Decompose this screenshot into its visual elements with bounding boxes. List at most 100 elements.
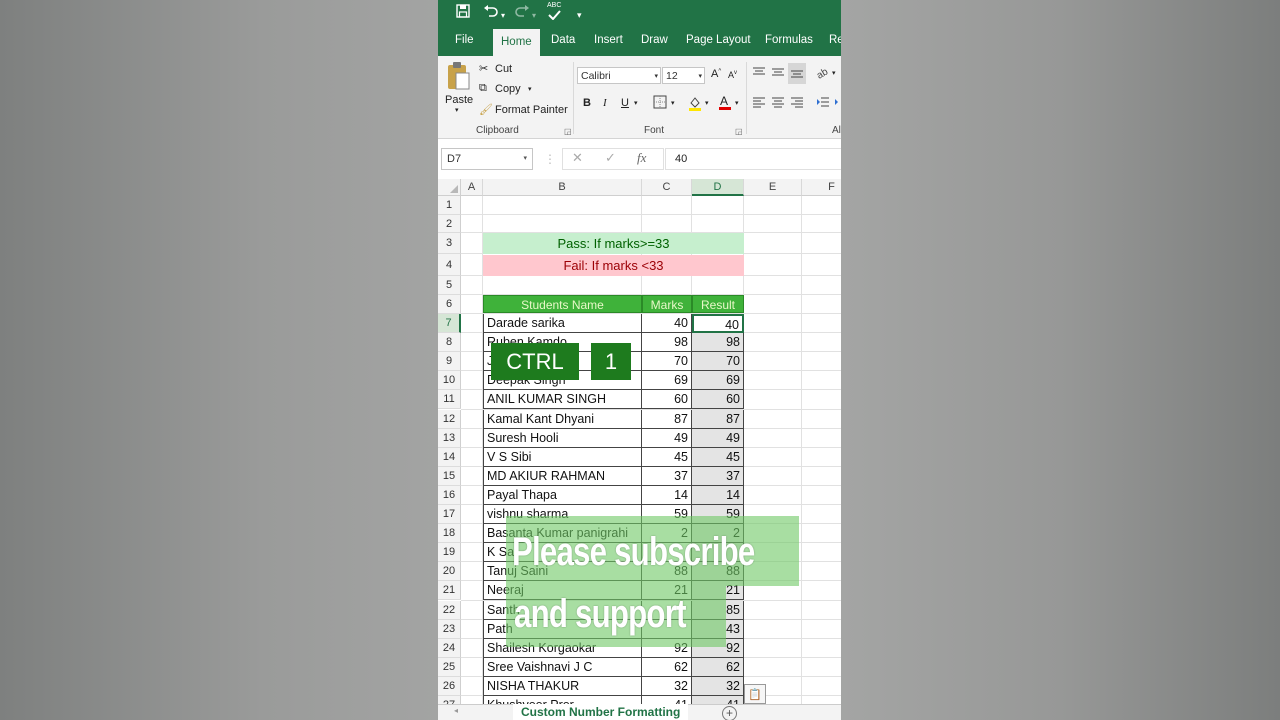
sheet-scroll-left-icon[interactable]: ◂ xyxy=(454,706,458,715)
cut-button[interactable]: Cut xyxy=(495,63,512,75)
row-header[interactable]: 2 xyxy=(438,215,461,233)
bold-button[interactable]: B xyxy=(583,97,591,109)
marks-cell[interactable]: 98 xyxy=(642,333,692,353)
format-painter-button[interactable]: Format Painter xyxy=(495,104,568,116)
fail-criteria-cell[interactable]: Fail: If marks <33 xyxy=(483,255,744,276)
font-color-dropdown-icon[interactable]: ▾ xyxy=(735,99,739,107)
paste-options-icon[interactable]: 📋 xyxy=(744,684,766,704)
row-header[interactable]: 6 xyxy=(438,295,461,314)
result-cell[interactable]: 62 xyxy=(692,657,744,677)
paste-button[interactable]: Paste xyxy=(445,94,473,106)
orientation-icon[interactable]: ab xyxy=(815,65,831,82)
header-students-name[interactable]: Students Name xyxy=(483,295,642,313)
orientation-dropdown-icon[interactable]: ▾ xyxy=(832,69,836,77)
row-header[interactable]: 12 xyxy=(438,409,461,429)
undo-dropdown-icon[interactable]: ▾ xyxy=(501,7,505,25)
result-cell[interactable]: 41 xyxy=(692,696,744,704)
marks-cell[interactable]: 87 xyxy=(642,409,692,429)
row-header[interactable]: 17 xyxy=(438,505,461,525)
row-header[interactable]: 1 xyxy=(438,196,461,215)
marks-cell[interactable]: 40 xyxy=(642,314,692,333)
student-name-cell[interactable]: Sree Vaishnavi J C xyxy=(483,657,642,677)
row-header[interactable]: 20 xyxy=(438,562,461,582)
tab-review[interactable]: Re xyxy=(829,34,841,46)
paste-dropdown-icon[interactable]: ▾ xyxy=(455,106,459,114)
row-header[interactable]: 19 xyxy=(438,543,461,563)
student-name-cell[interactable]: Payal Thapa xyxy=(483,485,642,505)
student-name-cell[interactable]: Khushyeer Prer xyxy=(483,696,642,704)
row-header[interactable]: 21 xyxy=(438,581,461,601)
header-result[interactable]: Result xyxy=(692,295,744,313)
result-cell[interactable]: 98 xyxy=(692,333,744,353)
row-header[interactable]: 11 xyxy=(438,390,461,410)
select-all-button[interactable] xyxy=(438,179,461,196)
tab-home[interactable]: Home xyxy=(493,29,540,56)
row-header[interactable]: 10 xyxy=(438,371,461,391)
marks-cell[interactable]: 41 xyxy=(642,696,692,704)
column-header-b[interactable]: B xyxy=(483,179,642,196)
student-name-cell[interactable]: MD AKIUR RAHMAN xyxy=(483,466,642,486)
result-cell[interactable]: 45 xyxy=(692,447,744,467)
student-name-cell[interactable]: NISHA THAKUR xyxy=(483,676,642,696)
row-header[interactable]: 15 xyxy=(438,466,461,486)
result-cell[interactable]: 87 xyxy=(692,409,744,429)
row-header[interactable]: 5 xyxy=(438,276,461,295)
row-header[interactable]: 8 xyxy=(438,333,461,353)
fill-color-dropdown-icon[interactable]: ▾ xyxy=(705,99,709,107)
row-header[interactable]: 26 xyxy=(438,676,461,696)
marks-cell[interactable]: 49 xyxy=(642,428,692,448)
marks-cell[interactable]: 62 xyxy=(642,657,692,677)
row-header[interactable]: 24 xyxy=(438,638,461,658)
row-header[interactable]: 27 xyxy=(438,696,461,704)
align-bottom-icon[interactable] xyxy=(788,63,806,84)
clipboard-launcher-icon[interactable]: ◲ xyxy=(564,127,572,136)
decrease-indent-icon[interactable] xyxy=(816,96,830,111)
font-color-icon[interactable]: A xyxy=(718,94,732,114)
row-header[interactable]: 22 xyxy=(438,600,461,620)
row-header[interactable]: 3 xyxy=(438,233,461,254)
student-name-cell[interactable]: ANIL KUMAR SINGH xyxy=(483,390,642,410)
spelling-icon[interactable]: ABC xyxy=(547,2,561,23)
marks-cell[interactable]: 70 xyxy=(642,352,692,372)
row-header[interactable]: 23 xyxy=(438,619,461,639)
column-header-e[interactable]: E xyxy=(744,179,802,196)
underline-button[interactable]: U xyxy=(621,97,629,109)
redo-icon[interactable] xyxy=(514,4,530,22)
formula-input[interactable]: 40 xyxy=(665,148,841,170)
tab-formulas[interactable]: Formulas xyxy=(765,34,813,46)
marks-cell[interactable]: 32 xyxy=(642,676,692,696)
borders-icon[interactable] xyxy=(653,95,667,112)
add-sheet-icon[interactable]: + xyxy=(722,706,737,720)
result-cell[interactable]: 49 xyxy=(692,428,744,448)
result-cell[interactable]: 14 xyxy=(692,485,744,505)
marks-cell[interactable]: 60 xyxy=(642,390,692,410)
row-header[interactable]: 9 xyxy=(438,352,461,372)
copy-dropdown-icon[interactable]: ▾ xyxy=(528,85,532,93)
marks-cell[interactable]: 45 xyxy=(642,447,692,467)
marks-cell[interactable]: 69 xyxy=(642,371,692,391)
font-size-combo[interactable]: 12 ▾ xyxy=(662,67,705,84)
enter-icon[interactable]: ✓ xyxy=(605,150,616,166)
increase-indent-icon[interactable] xyxy=(834,96,841,111)
row-header[interactable]: 7 xyxy=(438,314,461,334)
font-name-combo[interactable]: Calibri ▾ xyxy=(577,67,661,84)
customize-qat-icon[interactable]: ▾ xyxy=(577,6,582,24)
align-center-icon[interactable] xyxy=(771,96,785,111)
student-name-cell[interactable]: Kamal Kant Dhyani xyxy=(483,409,642,429)
column-header-c[interactable]: C xyxy=(642,179,692,196)
undo-icon[interactable] xyxy=(483,4,499,22)
decrease-font-icon[interactable]: Av xyxy=(728,70,737,80)
result-cell[interactable]: 60 xyxy=(692,390,744,410)
copy-button[interactable]: Copy xyxy=(495,83,521,95)
align-left-icon[interactable] xyxy=(752,96,766,111)
increase-font-icon[interactable]: A^ xyxy=(711,68,721,80)
tab-file[interactable]: File xyxy=(455,34,474,46)
header-marks[interactable]: Marks xyxy=(642,295,692,313)
tab-data[interactable]: Data xyxy=(551,34,575,46)
result-cell[interactable]: 32 xyxy=(692,676,744,696)
student-name-cell[interactable]: Darade sarika xyxy=(483,314,642,333)
marks-cell[interactable]: 14 xyxy=(642,485,692,505)
fill-color-icon[interactable] xyxy=(688,95,702,114)
redo-dropdown-icon[interactable]: ▾ xyxy=(532,7,536,25)
align-right-icon[interactable] xyxy=(790,96,804,111)
